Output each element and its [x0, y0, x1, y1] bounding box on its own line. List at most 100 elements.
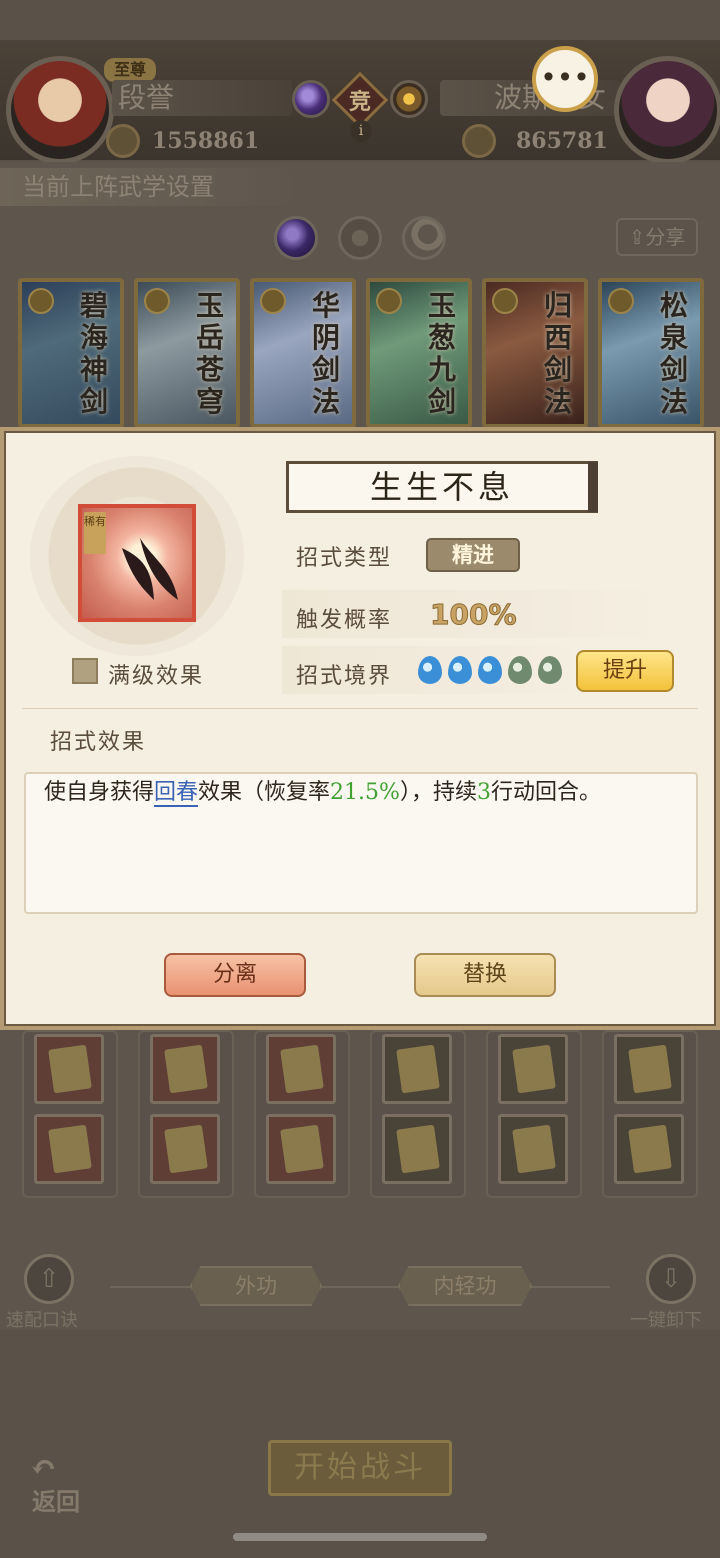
skill-card[interactable]: 华阴剑法 [250, 278, 356, 428]
type-value-badge: 精进 [426, 538, 520, 572]
scroll-icon [512, 1124, 556, 1174]
share-button[interactable]: ⇪分享 [616, 218, 698, 256]
skill-card[interactable]: 碧海神剑 [18, 278, 124, 428]
sun-icon [390, 80, 428, 118]
recovery-rate: 21.5% [330, 780, 400, 805]
manual-slot[interactable] [614, 1114, 684, 1184]
realm-point-icon [478, 656, 502, 684]
desc-text: 使自身获得 [44, 780, 155, 805]
filter-crescent-icon[interactable] [402, 216, 446, 260]
scroll-icon [628, 1044, 672, 1094]
manual-slot[interactable] [150, 1114, 220, 1184]
scroll-icon [396, 1124, 440, 1174]
desc-text: 行动回合。 [490, 780, 601, 805]
keyword-link[interactable]: 回春 [154, 780, 199, 807]
realm-point-icon [418, 656, 442, 684]
right-player-avatar[interactable] [614, 56, 720, 164]
scroll-icon [164, 1044, 208, 1094]
skill-card[interactable]: 玉岳苍穹 [134, 278, 240, 428]
card-emblem-icon [28, 288, 54, 314]
card-title: 华阴剑法 [312, 289, 341, 418]
tab-line [110, 1286, 610, 1288]
card-emblem-icon [144, 288, 170, 314]
tab-inner[interactable]: 内轻功 [398, 1266, 532, 1306]
card-title: 松泉剑法 [660, 289, 689, 418]
filter-sun-icon[interactable] [338, 216, 382, 260]
chat-bubble-icon[interactable]: ••• [532, 46, 598, 112]
unload-all-label: 一键卸下 [630, 1310, 702, 1331]
back-label: 返回 [32, 1487, 80, 1516]
skill-name: 生生不息 [286, 461, 598, 513]
manual-slot[interactable] [266, 1114, 336, 1184]
scroll-icon [48, 1124, 92, 1174]
back-arrow-icon: ↶ [30, 1448, 57, 1486]
back-button[interactable]: ↶ 返回 [26, 1448, 98, 1516]
title-bracket-right [588, 462, 598, 512]
card-title: 玉葱九剑 [428, 289, 457, 418]
rank-badge: 至尊 [104, 58, 156, 82]
rarity-badge: 稀有 [84, 512, 106, 554]
scroll-icon [280, 1124, 324, 1174]
quick-assign-icon[interactable]: ⇧ [24, 1254, 74, 1304]
scroll-icon [48, 1044, 92, 1094]
card-title: 归西剑法 [544, 289, 573, 418]
card-emblem-icon [376, 288, 402, 314]
share-label: 分享 [645, 225, 686, 249]
divider [22, 708, 698, 709]
info-icon[interactable]: i [350, 120, 372, 142]
skill-card[interactable]: 玉葱九剑 [366, 278, 472, 428]
max-effect-checkbox[interactable] [72, 658, 98, 684]
quick-assign-label: 速配口诀 [6, 1310, 78, 1331]
max-effect-label: 满级效果 [108, 664, 205, 689]
chance-label: 触发概率 [296, 608, 393, 633]
moon-icon [292, 80, 330, 118]
scroll-icon [280, 1044, 324, 1094]
type-label: 招式类型 [296, 546, 393, 571]
effect-title: 招式效果 [50, 730, 147, 755]
replace-button[interactable]: 替换 [414, 953, 556, 997]
manual-slot[interactable] [266, 1034, 336, 1104]
manual-slot[interactable] [382, 1034, 452, 1104]
manual-slot[interactable] [498, 1114, 568, 1184]
unload-all-icon[interactable]: ⇩ [646, 1254, 696, 1304]
turn-count: 3 [476, 780, 491, 805]
home-indicator [233, 1533, 487, 1541]
upgrade-button[interactable]: 提升 [576, 650, 674, 692]
scroll-icon [164, 1124, 208, 1174]
filter-moon-icon[interactable] [274, 216, 318, 260]
skill-card[interactable]: 归西剑法 [482, 278, 588, 428]
scroll-icon [512, 1044, 556, 1094]
card-title: 碧海神剑 [80, 289, 109, 418]
manual-slot[interactable] [382, 1114, 452, 1184]
left-player-score: 1558861 [152, 128, 260, 154]
realm-point-icon [538, 656, 562, 684]
manual-slot[interactable] [34, 1114, 104, 1184]
skill-card[interactable]: 松泉剑法 [598, 278, 704, 428]
realm-point-icon [508, 656, 532, 684]
manual-slot[interactable] [498, 1034, 568, 1104]
card-emblem-icon [260, 288, 286, 314]
vs-badge: 竞 [348, 89, 371, 115]
left-score-icon [106, 124, 140, 158]
separate-button[interactable]: 分离 [164, 953, 306, 997]
scroll-icon [628, 1124, 672, 1174]
card-emblem-icon [608, 288, 634, 314]
desc-text: 效果（恢复率 [198, 780, 331, 805]
card-title: 玉岳苍穹 [196, 289, 225, 418]
right-score-icon [462, 124, 496, 158]
tab-outer[interactable]: 外功 [190, 1266, 322, 1306]
start-battle-button[interactable]: 开始战斗 [268, 1440, 452, 1496]
chance-value: 100% [430, 598, 518, 632]
realm-label: 招式境界 [296, 664, 393, 689]
left-player-avatar[interactable] [6, 56, 114, 164]
right-player-score: 865781 [516, 128, 608, 154]
manual-slot[interactable] [34, 1034, 104, 1104]
scroll-icon [396, 1044, 440, 1094]
manual-slot[interactable] [150, 1034, 220, 1104]
left-player-name: 段誉 [112, 80, 292, 116]
section-title: 当前上阵武学设置 [0, 168, 305, 206]
manual-slot[interactable] [614, 1034, 684, 1104]
realm-point-icon [448, 656, 472, 684]
card-emblem-icon [492, 288, 518, 314]
desc-text: ），持续 [399, 780, 477, 805]
